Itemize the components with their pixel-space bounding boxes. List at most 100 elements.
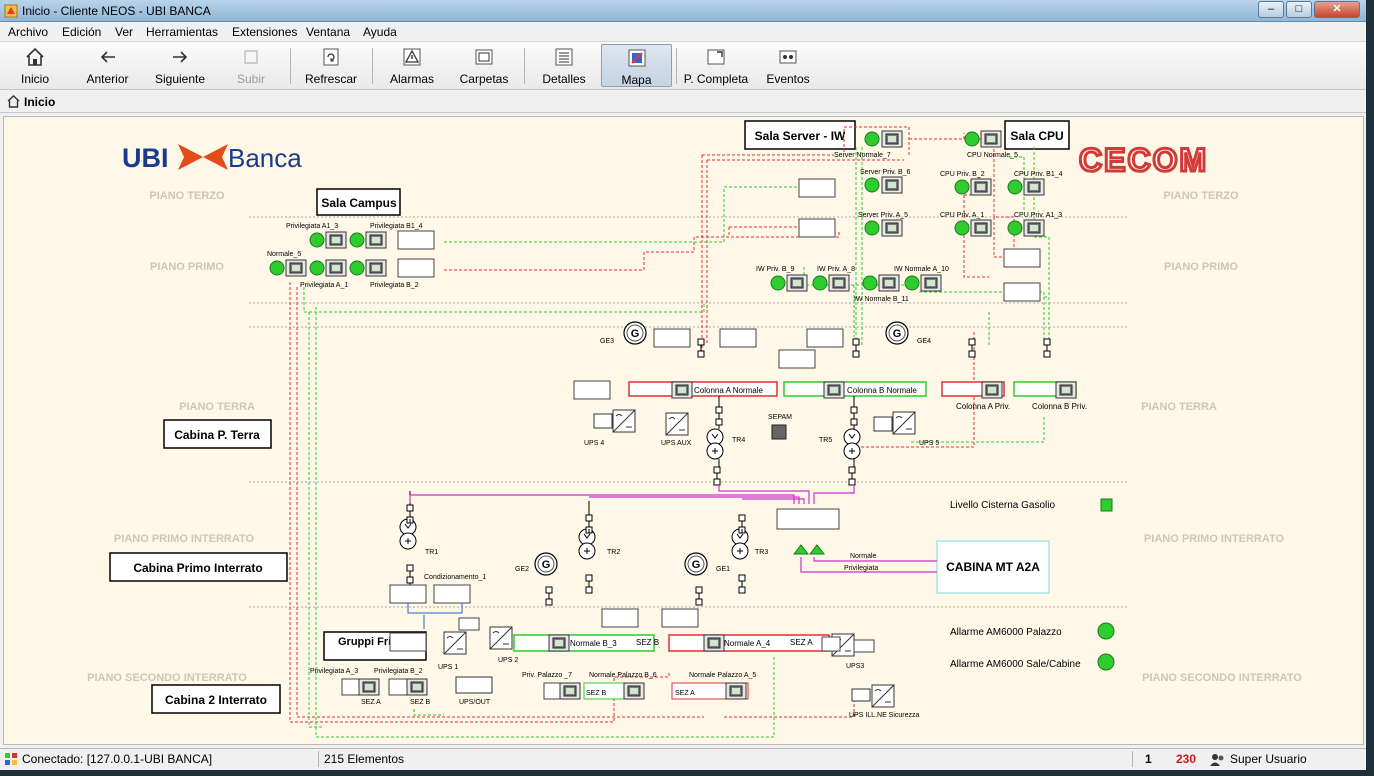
device-normale-palazzo-a5[interactable]: Normale Palazzo A_5 SEZ A (671, 672, 756, 700)
cistern-level[interactable]: Livello Cisterna Gasolio (950, 498, 1113, 512)
alarms-button[interactable]: Alarmas (384, 44, 440, 87)
sepam[interactable]: SEPAM (768, 414, 792, 440)
menu-ayuda[interactable]: Ayuda (363, 25, 397, 39)
transformer-tr4[interactable]: TR4 (706, 428, 745, 460)
floor-label-left-primo-interrato: PIANO PRIMO INTERRATO (114, 533, 255, 545)
ups-1[interactable]: UPS 1 (438, 631, 467, 671)
up-button[interactable]: Subir (228, 44, 274, 87)
svg-text:Sala Server - IW: Sala Server - IW (755, 129, 846, 143)
details-button[interactable]: Detalles (536, 44, 592, 87)
floor-label-left-terra: PIANO TERRA (179, 401, 255, 413)
generator-ge2[interactable]: GE2 (515, 552, 558, 576)
floor-label-right-terzo: PIANO TERZO (1163, 190, 1239, 202)
room-label-sala-campus[interactable]: Sala Campus (316, 188, 401, 216)
back-button[interactable]: Anterior (80, 44, 135, 87)
floor-label-left-terzo: PIANO TERZO (149, 190, 225, 202)
svg-text:Privilegiata A_3: Privilegiata A_3 (310, 668, 358, 675)
svg-text:UPS ILL.NE Sicurezza: UPS ILL.NE Sicurezza (849, 712, 920, 719)
device-iw-priv-a8[interactable]: IW Priv. A_8 (812, 266, 855, 292)
toolbar-divider (372, 48, 373, 84)
room-label-cabina-2-interrato[interactable]: Cabina 2 Interrato (151, 684, 281, 714)
refresh-button[interactable]: Refrescar (302, 44, 360, 87)
device-cpu-priv-a13[interactable]: CPU Priv. A1_3 (1007, 212, 1062, 237)
device-privilegiata-a3[interactable]: Privilegiata A_3 SEZ A (310, 668, 381, 706)
home-icon (7, 95, 20, 108)
device-privilegiata-a13[interactable]: Privilegiata A1_3 (286, 223, 347, 249)
device-server-priv-b6[interactable]: Server Priv. B_6 (860, 169, 911, 194)
folders-button[interactable]: Carpetas (454, 44, 514, 87)
svg-text:Privilegiata A_1: Privilegiata A_1 (300, 282, 348, 289)
menu-ver[interactable]: Ver (115, 25, 133, 39)
floor-label-right-primo: PIANO PRIMO (1164, 261, 1238, 273)
device-iw-priv-b9[interactable]: IW Priv. B_9 (756, 266, 808, 292)
breadcrumb-home[interactable]: Inicio (24, 95, 55, 109)
home-button[interactable]: Inicio (10, 44, 60, 87)
forward-button[interactable]: Siguiente (150, 44, 210, 87)
counter-primary: 1 (1145, 752, 1152, 766)
ups-out[interactable]: UPS/OUT (455, 676, 493, 706)
svg-text:GE3: GE3 (600, 338, 614, 345)
room-label-cabina-p-terra[interactable]: Cabina P. Terra (163, 419, 272, 449)
alarm-palazzo[interactable]: Allarme AM6000 Palazzo (950, 622, 1115, 640)
menu-ventana[interactable]: Ventana (306, 25, 350, 39)
maximize-button[interactable]: □ (1286, 1, 1312, 18)
svg-text:Cabina 2 Interrato: Cabina 2 Interrato (165, 693, 267, 707)
map-button[interactable]: Mapa (601, 44, 672, 87)
svg-text:UPS 1: UPS 1 (438, 664, 458, 671)
menu-herramientas[interactable]: Herramientas (146, 25, 218, 39)
device-normale-5[interactable]: Normale_5 (267, 251, 307, 277)
device-privilegiata-a1[interactable]: Privilegiata A_1 (300, 259, 348, 289)
svg-text:Server Normale_7: Server Normale_7 (834, 152, 891, 159)
menu-extensiones[interactable]: Extensiones (232, 25, 297, 39)
device-priv-palazzo-7[interactable]: Priv. Palazzo _7 (522, 672, 581, 700)
ups-aux[interactable]: UPS AUX (661, 412, 692, 447)
svg-text:SEPAM: SEPAM (768, 414, 792, 421)
svg-text:CPU Priv. A_1: CPU Priv. A_1 (940, 212, 984, 219)
svg-text:TR5: TR5 (819, 437, 832, 444)
svg-text:IW Priv. B_9: IW Priv. B_9 (756, 266, 794, 273)
floor-label-left-primo: PIANO PRIMO (150, 261, 224, 273)
generator-ge3[interactable]: GE3 (600, 321, 647, 345)
device-privilegiata-b2-basement[interactable]: Privilegiata B_2 SEZ B (374, 668, 431, 706)
device-cpu-priv-a1[interactable]: CPU Priv. A_1 (940, 212, 992, 237)
svg-text:Allarme AM6000 Palazzo: Allarme AM6000 Palazzo (950, 627, 1062, 638)
svg-text:Sala CPU: Sala CPU (1010, 129, 1063, 143)
app-icon (4, 4, 18, 18)
element-count: 215 Elementos (324, 752, 405, 766)
svg-text:Normale_5: Normale_5 (267, 251, 301, 258)
room-label-cabina-primo-interrato[interactable]: Cabina Primo Interrato (109, 552, 288, 582)
generator-ge4[interactable]: GE4 (885, 321, 931, 345)
generator-ge1[interactable]: GE1 (684, 552, 730, 576)
device-cpu-priv-b2[interactable]: CPU Priv. B_2 (940, 171, 992, 196)
alarm-sale-cabine[interactable]: Allarme AM6000 Sale/Cabine (950, 653, 1115, 671)
svg-text:IW Priv. A_8: IW Priv. A_8 (817, 266, 855, 273)
ups-5[interactable]: UPS 5 (873, 411, 939, 447)
svg-text:Privilegiata A1_3: Privilegiata A1_3 (286, 223, 338, 230)
floor-label-right-primo-interrato: PIANO PRIMO INTERRATO (1144, 533, 1285, 545)
menu-archivo[interactable]: Archivo (8, 25, 48, 39)
close-button[interactable]: ✕ (1314, 1, 1360, 18)
transformers: TR4 TR5 TR1 TR2 TR3 (399, 428, 861, 560)
transformer-tr3[interactable]: TR3 (731, 528, 768, 560)
room-label-sala-server[interactable]: Sala Server - IW (744, 120, 856, 150)
room-label-cabina-mt[interactable]: CABINA MT A2A (936, 540, 1050, 594)
device-normale-palazzo-b6[interactable]: Normale Palazzo B_6 SEZ B (583, 672, 657, 700)
device-server-priv-a5[interactable]: Server Priv. A_5 (858, 212, 908, 237)
svg-text:GE2: GE2 (515, 566, 529, 573)
device-cpu-priv-b14[interactable]: CPU Priv. B1_4 (1007, 171, 1063, 196)
ups-4[interactable]: UPS 4 (584, 409, 636, 447)
device-iw-normale-a10[interactable]: IW Normale A_10 (894, 266, 949, 292)
current-user: Super Usuario (1230, 752, 1307, 766)
menu-edicion[interactable]: Edición (62, 25, 101, 39)
room-label-sala-cpu[interactable]: Sala CPU (1004, 120, 1070, 150)
minimize-button[interactable]: – (1258, 1, 1284, 18)
svg-text:Privilegiata B_2: Privilegiata B_2 (370, 282, 419, 289)
transformer-tr1[interactable]: TR1 (399, 518, 438, 556)
fullpage-button[interactable]: P. Completa (682, 44, 750, 87)
ups-illne-sicurezza[interactable]: UPS ILL.NE Sicurezza (849, 684, 920, 719)
floor-label-left-secondo-interrato: PIANO SECONDO INTERRATO (87, 672, 247, 684)
svg-text:TR2: TR2 (607, 549, 620, 556)
transformer-tr2[interactable]: TR2 (578, 528, 620, 560)
events-button[interactable]: Eventos (762, 44, 814, 87)
transformer-tr5[interactable]: TR5 (819, 428, 861, 460)
